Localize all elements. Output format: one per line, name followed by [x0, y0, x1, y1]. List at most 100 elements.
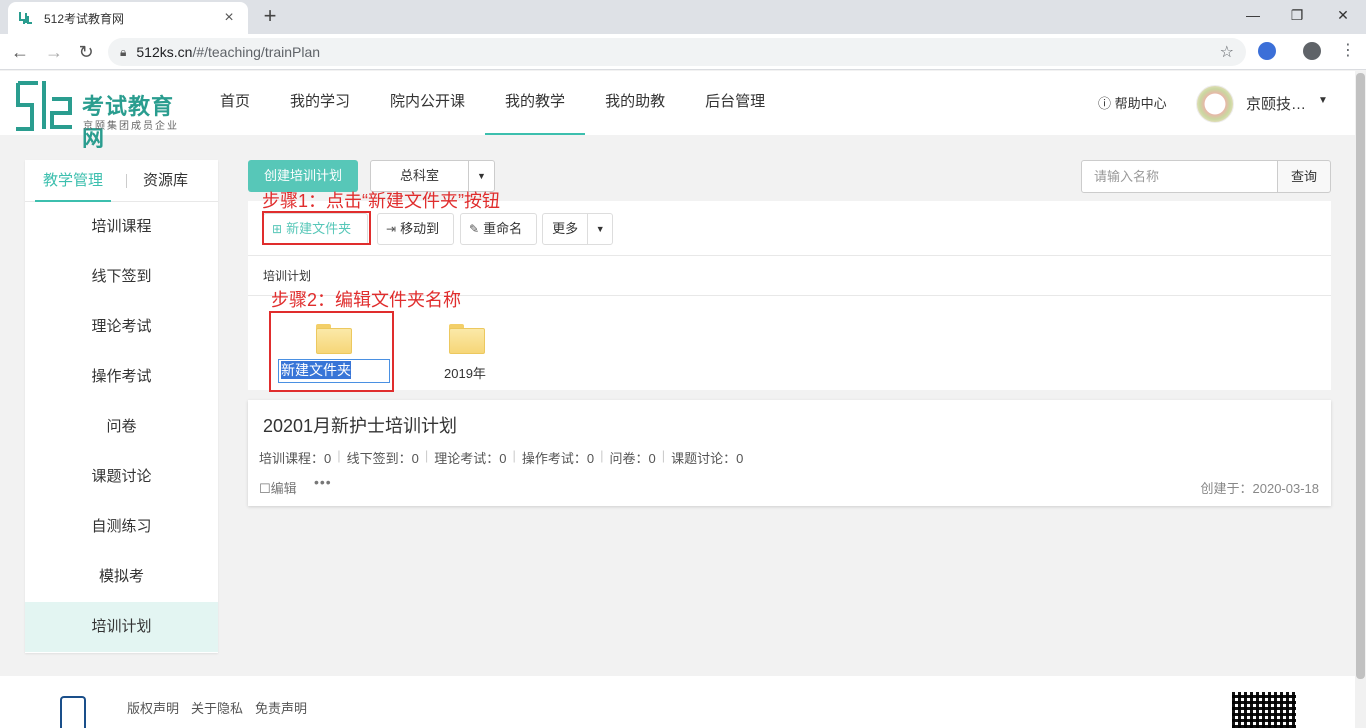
- annotation-step1: 步骤1：点击“新建文件夹”按钮: [262, 191, 500, 211]
- rename-label: 重命名: [483, 221, 523, 236]
- site-header: 考试教育网 京颐集团成员企业 首页 我的学习 院内公开课 我的教学 我的助教 后…: [0, 71, 1355, 151]
- folder-item-2019[interactable]: [449, 324, 485, 354]
- reload-icon[interactable]: ↻: [74, 40, 98, 64]
- main-nav: 首页 我的学习 院内公开课 我的教学 我的助教 后台管理: [200, 71, 785, 135]
- edit-button[interactable]: ☐编辑: [259, 478, 297, 497]
- nav-home[interactable]: 首页: [200, 71, 270, 135]
- browser-menu-icon[interactable]: ⋮: [1340, 40, 1356, 60]
- stat-theory: 理论考试：0: [434, 451, 507, 466]
- sidebar-item-checkin[interactable]: 线下签到: [25, 252, 218, 302]
- rename-button[interactable]: ✎ 重命名: [460, 213, 537, 245]
- tab-close-icon[interactable]: ×: [220, 9, 238, 27]
- help-center-link[interactable]: ⓘ 帮助中心: [1098, 93, 1167, 112]
- stat-separator: |: [661, 448, 666, 463]
- minimize-icon[interactable]: —: [1238, 4, 1268, 26]
- address-bar[interactable]: 🔒︎ 512ks.cn/#/teaching/trainPlan ☆: [108, 38, 1246, 66]
- footer-link-disclaimer[interactable]: 免责声明: [255, 698, 307, 717]
- sidebar-item-practical-exam[interactable]: 操作考试: [25, 352, 218, 402]
- url-host: 512ks.cn: [136, 44, 193, 60]
- tab-teaching-management[interactable]: 教学管理: [35, 160, 112, 202]
- new-tab-icon[interactable]: +: [258, 4, 282, 28]
- nav-my-teaching[interactable]: 我的教学: [485, 71, 586, 135]
- browser-tabbar: 512考试教育网 × + — ❐ ✕: [0, 0, 1366, 34]
- site-logo[interactable]: 考试教育网 京颐集团成员企业: [14, 75, 189, 151]
- sidebar-item-training-plan[interactable]: 培训计划: [25, 602, 218, 652]
- tab-resource-library[interactable]: 资源库: [143, 160, 188, 202]
- bookmark-star-icon[interactable]: ☆: [1220, 42, 1234, 62]
- edit-label: 编辑: [270, 481, 297, 496]
- plan-card[interactable]: 20201月新护士培训计划 培训课程：0 | 线下签到：0 | 理论考试：0 | 操作…: [248, 400, 1331, 506]
- page-scrollbar[interactable]: [1355, 71, 1366, 728]
- annotation-box-step2: [269, 311, 394, 392]
- sidebar-item-mock-exam[interactable]: 模拟考: [25, 552, 218, 602]
- pencil-icon: ✎: [469, 222, 480, 236]
- forward-icon[interactable]: →: [42, 40, 66, 64]
- more-options-icon[interactable]: •••: [314, 474, 332, 490]
- footer-links: 版权声明 关于隐私 免责声明: [127, 698, 307, 717]
- chevron-down-icon[interactable]: ▼: [588, 214, 612, 244]
- lock-icon: 🔒︎: [120, 44, 127, 59]
- window-close-icon[interactable]: ✕: [1328, 4, 1358, 26]
- annotation-box-step1: [262, 211, 371, 245]
- footer-logo-icon: [60, 696, 86, 728]
- logo-subtitle: 京颐集团成员企业: [83, 121, 179, 132]
- url-path: /#/teaching/trainPlan: [192, 44, 321, 60]
- tab-divider: [126, 174, 127, 188]
- nav-open-courses[interactable]: 院内公开课: [370, 71, 485, 135]
- stat-separator: |: [512, 448, 516, 463]
- nav-admin[interactable]: 后台管理: [685, 71, 785, 135]
- username[interactable]: 京颐技…: [1246, 93, 1306, 114]
- sidebar: 教学管理 资源库 培训课程 线下签到 理论考试 操作考试 问卷 课题讨论 自测练…: [25, 160, 218, 653]
- plan-stats: 培训课程：0 | 线下签到：0 | 理论考试：0 | 操作考试：0 | 问卷：0 | 课题…: [259, 448, 749, 467]
- back-icon[interactable]: ←: [8, 40, 32, 64]
- move-to-label: 移动到: [400, 221, 440, 236]
- footer-link-privacy[interactable]: 关于隐私: [191, 698, 243, 717]
- move-icon: ⇥: [386, 222, 397, 236]
- sidebar-item-discussion[interactable]: 课题讨论: [25, 452, 218, 502]
- stat-discussion: 课题讨论：0: [671, 451, 744, 466]
- plan-title[interactable]: 20201月新护士培训计划: [263, 412, 457, 438]
- stat-courses: 培训课程：0: [259, 451, 332, 466]
- search-input[interactable]: [1081, 160, 1278, 193]
- qr-code-icon: [1232, 692, 1296, 728]
- maximize-icon[interactable]: ❐: [1282, 4, 1312, 26]
- more-label[interactable]: 更多: [543, 214, 589, 244]
- stat-practical: 操作考试：0: [521, 451, 595, 466]
- extension-icon[interactable]: [1258, 42, 1276, 60]
- stat-survey: 问卷：0: [609, 451, 656, 466]
- stat-separator: |: [600, 448, 604, 463]
- move-to-button[interactable]: ⇥ 移动到: [377, 213, 454, 245]
- folder-icon-body: [449, 328, 485, 354]
- sidebar-item-courses[interactable]: 培训课程: [25, 202, 218, 252]
- profile-icon[interactable]: [1303, 42, 1321, 60]
- divider: [248, 255, 1331, 256]
- search-button[interactable]: 查询: [1277, 160, 1331, 193]
- logo-512-icon: [16, 81, 72, 131]
- site-favicon-icon: [19, 12, 32, 24]
- browser-tab[interactable]: 512考试教育网 ×: [8, 2, 248, 34]
- sidebar-list: 培训课程 线下签到 理论考试 操作考试 问卷 课题讨论 自测练习 模拟考 培训计…: [25, 202, 218, 652]
- folder-label[interactable]: 2019年: [444, 363, 486, 382]
- tab-title: 512考试教育网: [44, 11, 125, 26]
- scrollbar-thumb[interactable]: [1356, 73, 1365, 679]
- footer: 版权声明 关于隐私 免责声明: [0, 676, 1355, 728]
- footer-link-copyright[interactable]: 版权声明: [127, 698, 179, 717]
- edit-icon: ☐: [259, 481, 271, 496]
- breadcrumb[interactable]: 培训计划: [263, 267, 311, 284]
- sidebar-item-survey[interactable]: 问卷: [25, 402, 218, 452]
- nav-my-study[interactable]: 我的学习: [270, 71, 370, 135]
- help-label: 帮助中心: [1114, 96, 1167, 111]
- stat-separator: |: [337, 448, 341, 463]
- user-menu-caret-icon[interactable]: ▼: [1318, 95, 1328, 106]
- more-dropdown[interactable]: 更多 ▼: [542, 213, 613, 245]
- nav-my-assistant[interactable]: 我的助教: [585, 71, 685, 135]
- help-icon: ⓘ: [1098, 96, 1112, 111]
- sidebar-tabs: 教学管理 资源库: [25, 160, 218, 202]
- sidebar-item-theory-exam[interactable]: 理论考试: [25, 302, 218, 352]
- annotation-step2: 步骤2：编辑文件夹名称: [271, 290, 462, 310]
- avatar[interactable]: [1196, 85, 1234, 123]
- stat-checkin: 线下签到：0: [346, 451, 419, 466]
- stat-separator: |: [424, 448, 429, 463]
- sidebar-item-self-test[interactable]: 自测练习: [25, 502, 218, 552]
- created-date: 创建于：2020-03-18: [1200, 481, 1320, 496]
